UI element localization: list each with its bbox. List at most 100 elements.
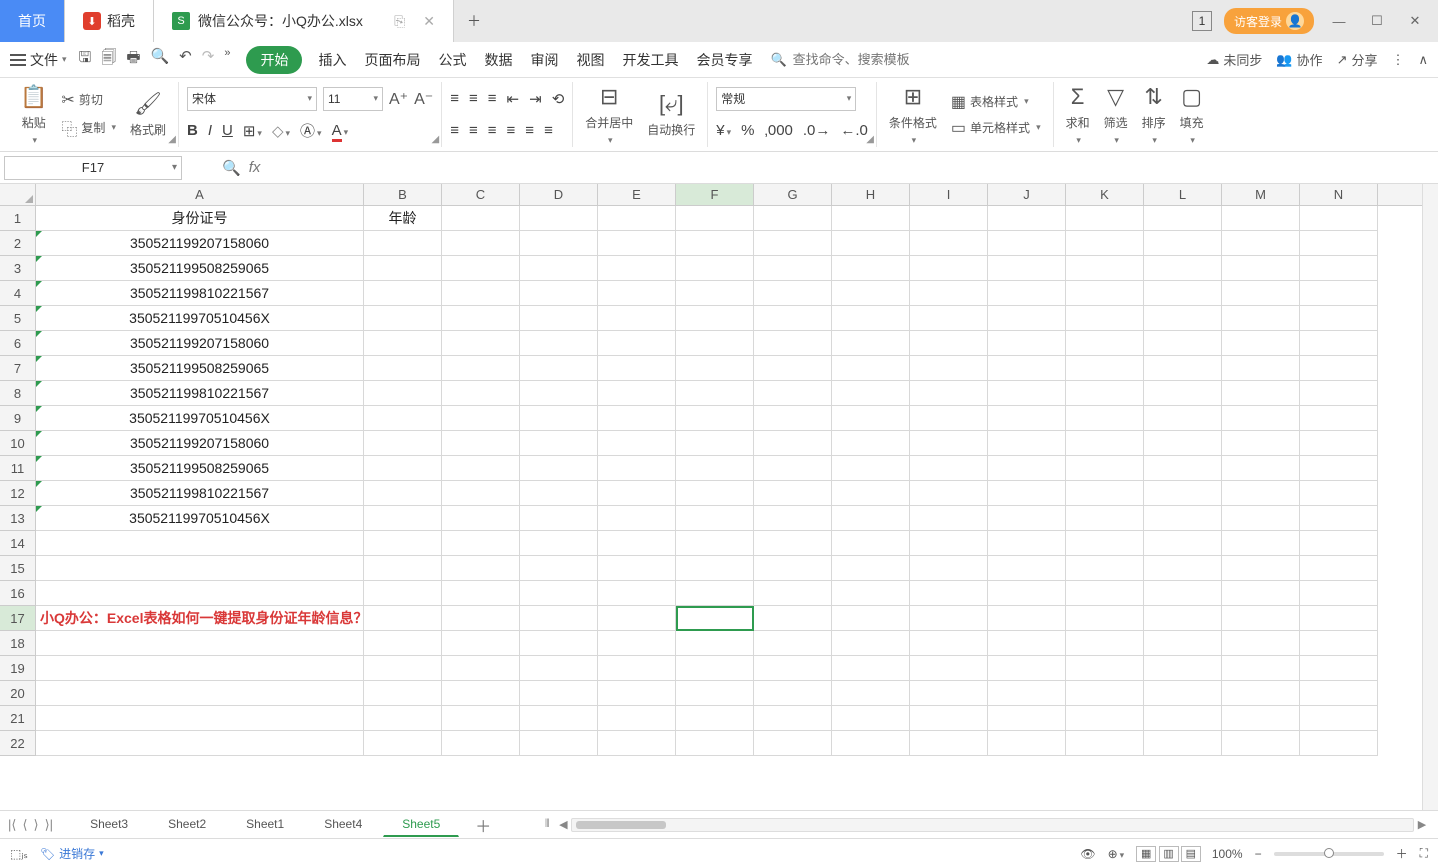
cell-I16[interactable] [910, 581, 988, 606]
cell-J8[interactable] [988, 381, 1066, 406]
column-header-D[interactable]: D [520, 184, 598, 205]
cell-A12[interactable]: 350521199810221567 [36, 481, 364, 506]
cell-I7[interactable] [910, 356, 988, 381]
cell-N14[interactable] [1300, 531, 1378, 556]
column-header-K[interactable]: K [1066, 184, 1144, 205]
cell-D12[interactable] [520, 481, 598, 506]
hscroll-right-icon[interactable]: ▶ [1414, 818, 1430, 831]
align-bottom-icon[interactable]: ≡ [488, 90, 497, 107]
cell-C1[interactable] [442, 206, 520, 231]
cell-A14[interactable] [36, 531, 364, 556]
cell-B15[interactable] [364, 556, 442, 581]
cell-G9[interactable] [754, 406, 832, 431]
cell-A9[interactable]: 35052119970510456X [36, 406, 364, 431]
cell-A2[interactable]: 350521199207158060 [36, 231, 364, 256]
cell-H18[interactable] [832, 631, 910, 656]
cell-I2[interactable] [910, 231, 988, 256]
align-middle-icon[interactable]: ≡ [469, 90, 478, 107]
cell-E3[interactable] [598, 256, 676, 281]
cell-C16[interactable] [442, 581, 520, 606]
cell-J13[interactable] [988, 506, 1066, 531]
cell-H14[interactable] [832, 531, 910, 556]
cell-N13[interactable] [1300, 506, 1378, 531]
tab-home[interactable]: 首页 [0, 0, 65, 42]
row-header[interactable]: 1 [0, 206, 36, 231]
cell-E2[interactable] [598, 231, 676, 256]
column-header-F[interactable]: F [676, 184, 754, 205]
row-header[interactable]: 21 [0, 706, 36, 731]
cell-K2[interactable] [1066, 231, 1144, 256]
cell-F3[interactable] [676, 256, 754, 281]
cell-B13[interactable] [364, 506, 442, 531]
cell-G17[interactable] [754, 606, 832, 631]
cell-E9[interactable] [598, 406, 676, 431]
cell-I10[interactable] [910, 431, 988, 456]
cell-D17[interactable] [520, 606, 598, 631]
column-header-B[interactable]: B [364, 184, 442, 205]
cell-E13[interactable] [598, 506, 676, 531]
cell-D11[interactable] [520, 456, 598, 481]
cell-M21[interactable] [1222, 706, 1300, 731]
cell-G21[interactable] [754, 706, 832, 731]
sheet-tab-sheet3[interactable]: Sheet3 [71, 812, 147, 837]
cell-L1[interactable] [1144, 206, 1222, 231]
cell-E22[interactable] [598, 731, 676, 756]
sum-button[interactable]: Σ求和 [1062, 85, 1094, 145]
view-normal-icon[interactable]: ▦ [1136, 846, 1156, 862]
hscroll-splitter-icon[interactable]: ⦀ [539, 818, 555, 831]
cell-E18[interactable] [598, 631, 676, 656]
ribbon-tab-vip[interactable]: 会员专享 [694, 46, 754, 74]
cond-format-button[interactable]: ⊞条件格式 [885, 85, 941, 145]
font-size-select[interactable]: 11▾ [323, 87, 383, 111]
align-left-icon[interactable]: ≡ [450, 122, 459, 139]
sheet-tab-sheet5[interactable]: Sheet5 [383, 812, 459, 837]
cell-D19[interactable] [520, 656, 598, 681]
cell-B18[interactable] [364, 631, 442, 656]
paste-button[interactable]: 📋粘贴 [16, 85, 51, 145]
cell-D1[interactable] [520, 206, 598, 231]
cell-K12[interactable] [1066, 481, 1144, 506]
guest-login-button[interactable]: 访客登录 👤 [1224, 8, 1314, 34]
cell-L18[interactable] [1144, 631, 1222, 656]
cell-B21[interactable] [364, 706, 442, 731]
cell-K6[interactable] [1066, 331, 1144, 356]
cell-D7[interactable] [520, 356, 598, 381]
indent-dec-icon[interactable]: ⇤ [507, 90, 520, 108]
cell-G2[interactable] [754, 231, 832, 256]
fill-color-button[interactable]: ◇ [272, 122, 290, 140]
cell-G15[interactable] [754, 556, 832, 581]
font-family-select[interactable]: 宋体▾ [187, 87, 317, 111]
cell-K5[interactable] [1066, 306, 1144, 331]
font-color-button[interactable]: A [332, 122, 349, 139]
cell-N22[interactable] [1300, 731, 1378, 756]
cell-G19[interactable] [754, 656, 832, 681]
command-search[interactable]: 🔍 [770, 52, 932, 68]
cell-A18[interactable] [36, 631, 364, 656]
close-tab-icon[interactable]: ✕ [423, 13, 435, 30]
filter-button[interactable]: ▽筛选 [1100, 85, 1132, 145]
cell-M7[interactable] [1222, 356, 1300, 381]
percent-icon[interactable]: % [741, 122, 754, 139]
row-header[interactable]: 9 [0, 406, 36, 431]
file-menu[interactable]: 文件 ▾ [10, 50, 67, 70]
share-button[interactable]: ↗分享 [1337, 50, 1378, 69]
sheet-prev-icon[interactable]: ⟨ [22, 817, 27, 833]
cell-F8[interactable] [676, 381, 754, 406]
cell-C12[interactable] [442, 481, 520, 506]
row-header[interactable]: 15 [0, 556, 36, 581]
cell-K13[interactable] [1066, 506, 1144, 531]
cell-J7[interactable] [988, 356, 1066, 381]
cell-B4[interactable] [364, 281, 442, 306]
cell-D13[interactable] [520, 506, 598, 531]
cell-L16[interactable] [1144, 581, 1222, 606]
table-style-button[interactable]: ▦表格样式 [947, 90, 1045, 114]
column-header-H[interactable]: H [832, 184, 910, 205]
cell-N2[interactable] [1300, 231, 1378, 256]
cell-M2[interactable] [1222, 231, 1300, 256]
column-header-M[interactable]: M [1222, 184, 1300, 205]
cell-B3[interactable] [364, 256, 442, 281]
sheet-tab-sheet1[interactable]: Sheet1 [227, 812, 303, 837]
cell-G14[interactable] [754, 531, 832, 556]
currency-icon[interactable]: ¥ [716, 122, 731, 139]
cell-F10[interactable] [676, 431, 754, 456]
